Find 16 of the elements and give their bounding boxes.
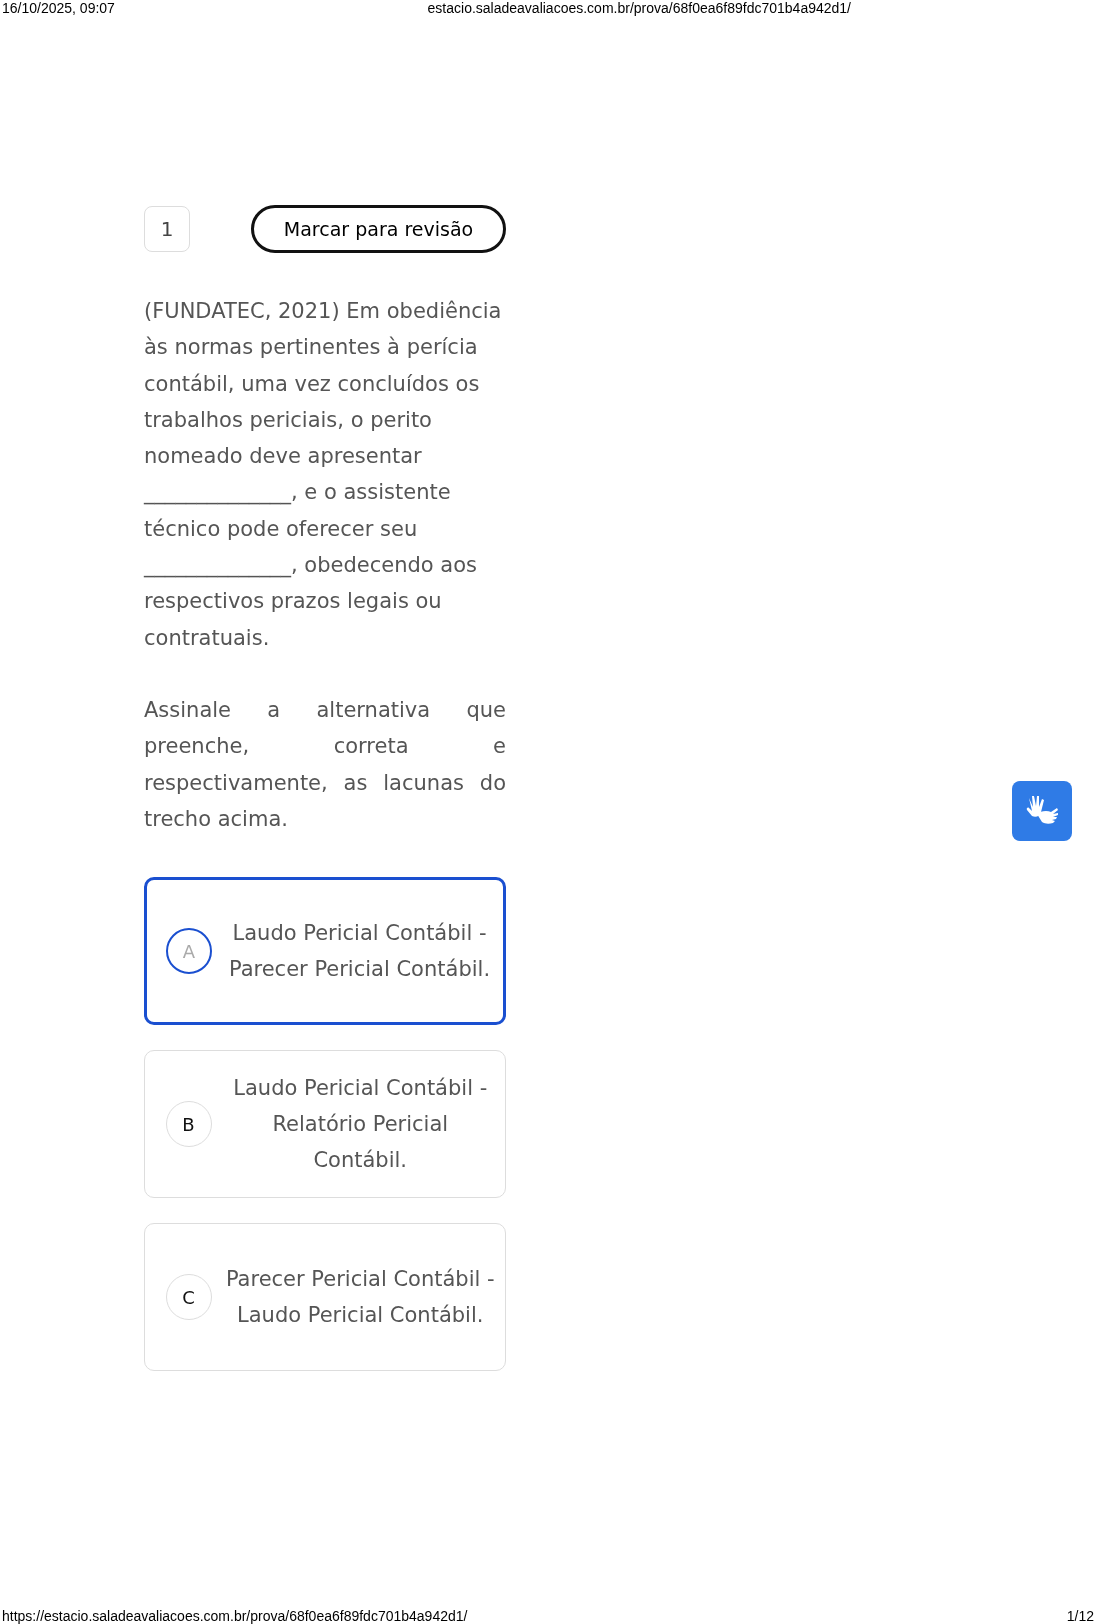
print-date: 16/10/2025, 09:07 <box>2 0 115 16</box>
option-text: Parecer Pericial Contábil - Laudo Pericial Contábil. <box>224 1266 496 1330</box>
option-text: Laudo Pericial Contábil - Parecer Pericial Contábil. <box>227 920 492 984</box>
answer-option[interactable]: C Parecer Pericial Contábil - Laudo Pericial Contábil. <box>144 1223 506 1372</box>
page-number: 1/12 <box>1066 1608 1094 1624</box>
question-number: 1 <box>144 206 190 252</box>
question-text: Assinale a alternativa que preenche, correta e respectivamente, as lacunas do trecho acima. <box>144 696 506 833</box>
option-letter: A <box>166 928 212 975</box>
option-text: Laudo Pericial Contábil - Relatório Pericial Contábil. <box>232 1075 489 1175</box>
answer-option[interactable]: A Laudo Pericial Contábil - Parecer Pericial Contábil. <box>144 877 506 1026</box>
answer-option[interactable]: B Laudo Pericial Contábil - Relatório Pericial Contábil. <box>144 1050 506 1199</box>
sign-language-button[interactable] <box>1012 781 1072 841</box>
question-text: (FUNDATEC, 2021) Em obediência às normas pertinentes à perícia contábil, uma vez concluídos os trabalhos periciais, o perito nomeado deve apresentar ______________, e o assistente técnico pode oferecer seu ______________, obedecendo aos respectivos prazos legais ou contratuais. <box>144 298 503 652</box>
page-url: estacio.saladeavaliacoes.com.br/prova/68f0ea6f89fdc701b4a942d1/ <box>427 0 851 16</box>
page-url: https://estacio.saladeavaliacoes.com.br/prova/68f0ea6f89fdc701b4a942d1/ <box>2 1608 468 1624</box>
review-button[interactable]: Marcar para revisão <box>251 205 506 253</box>
